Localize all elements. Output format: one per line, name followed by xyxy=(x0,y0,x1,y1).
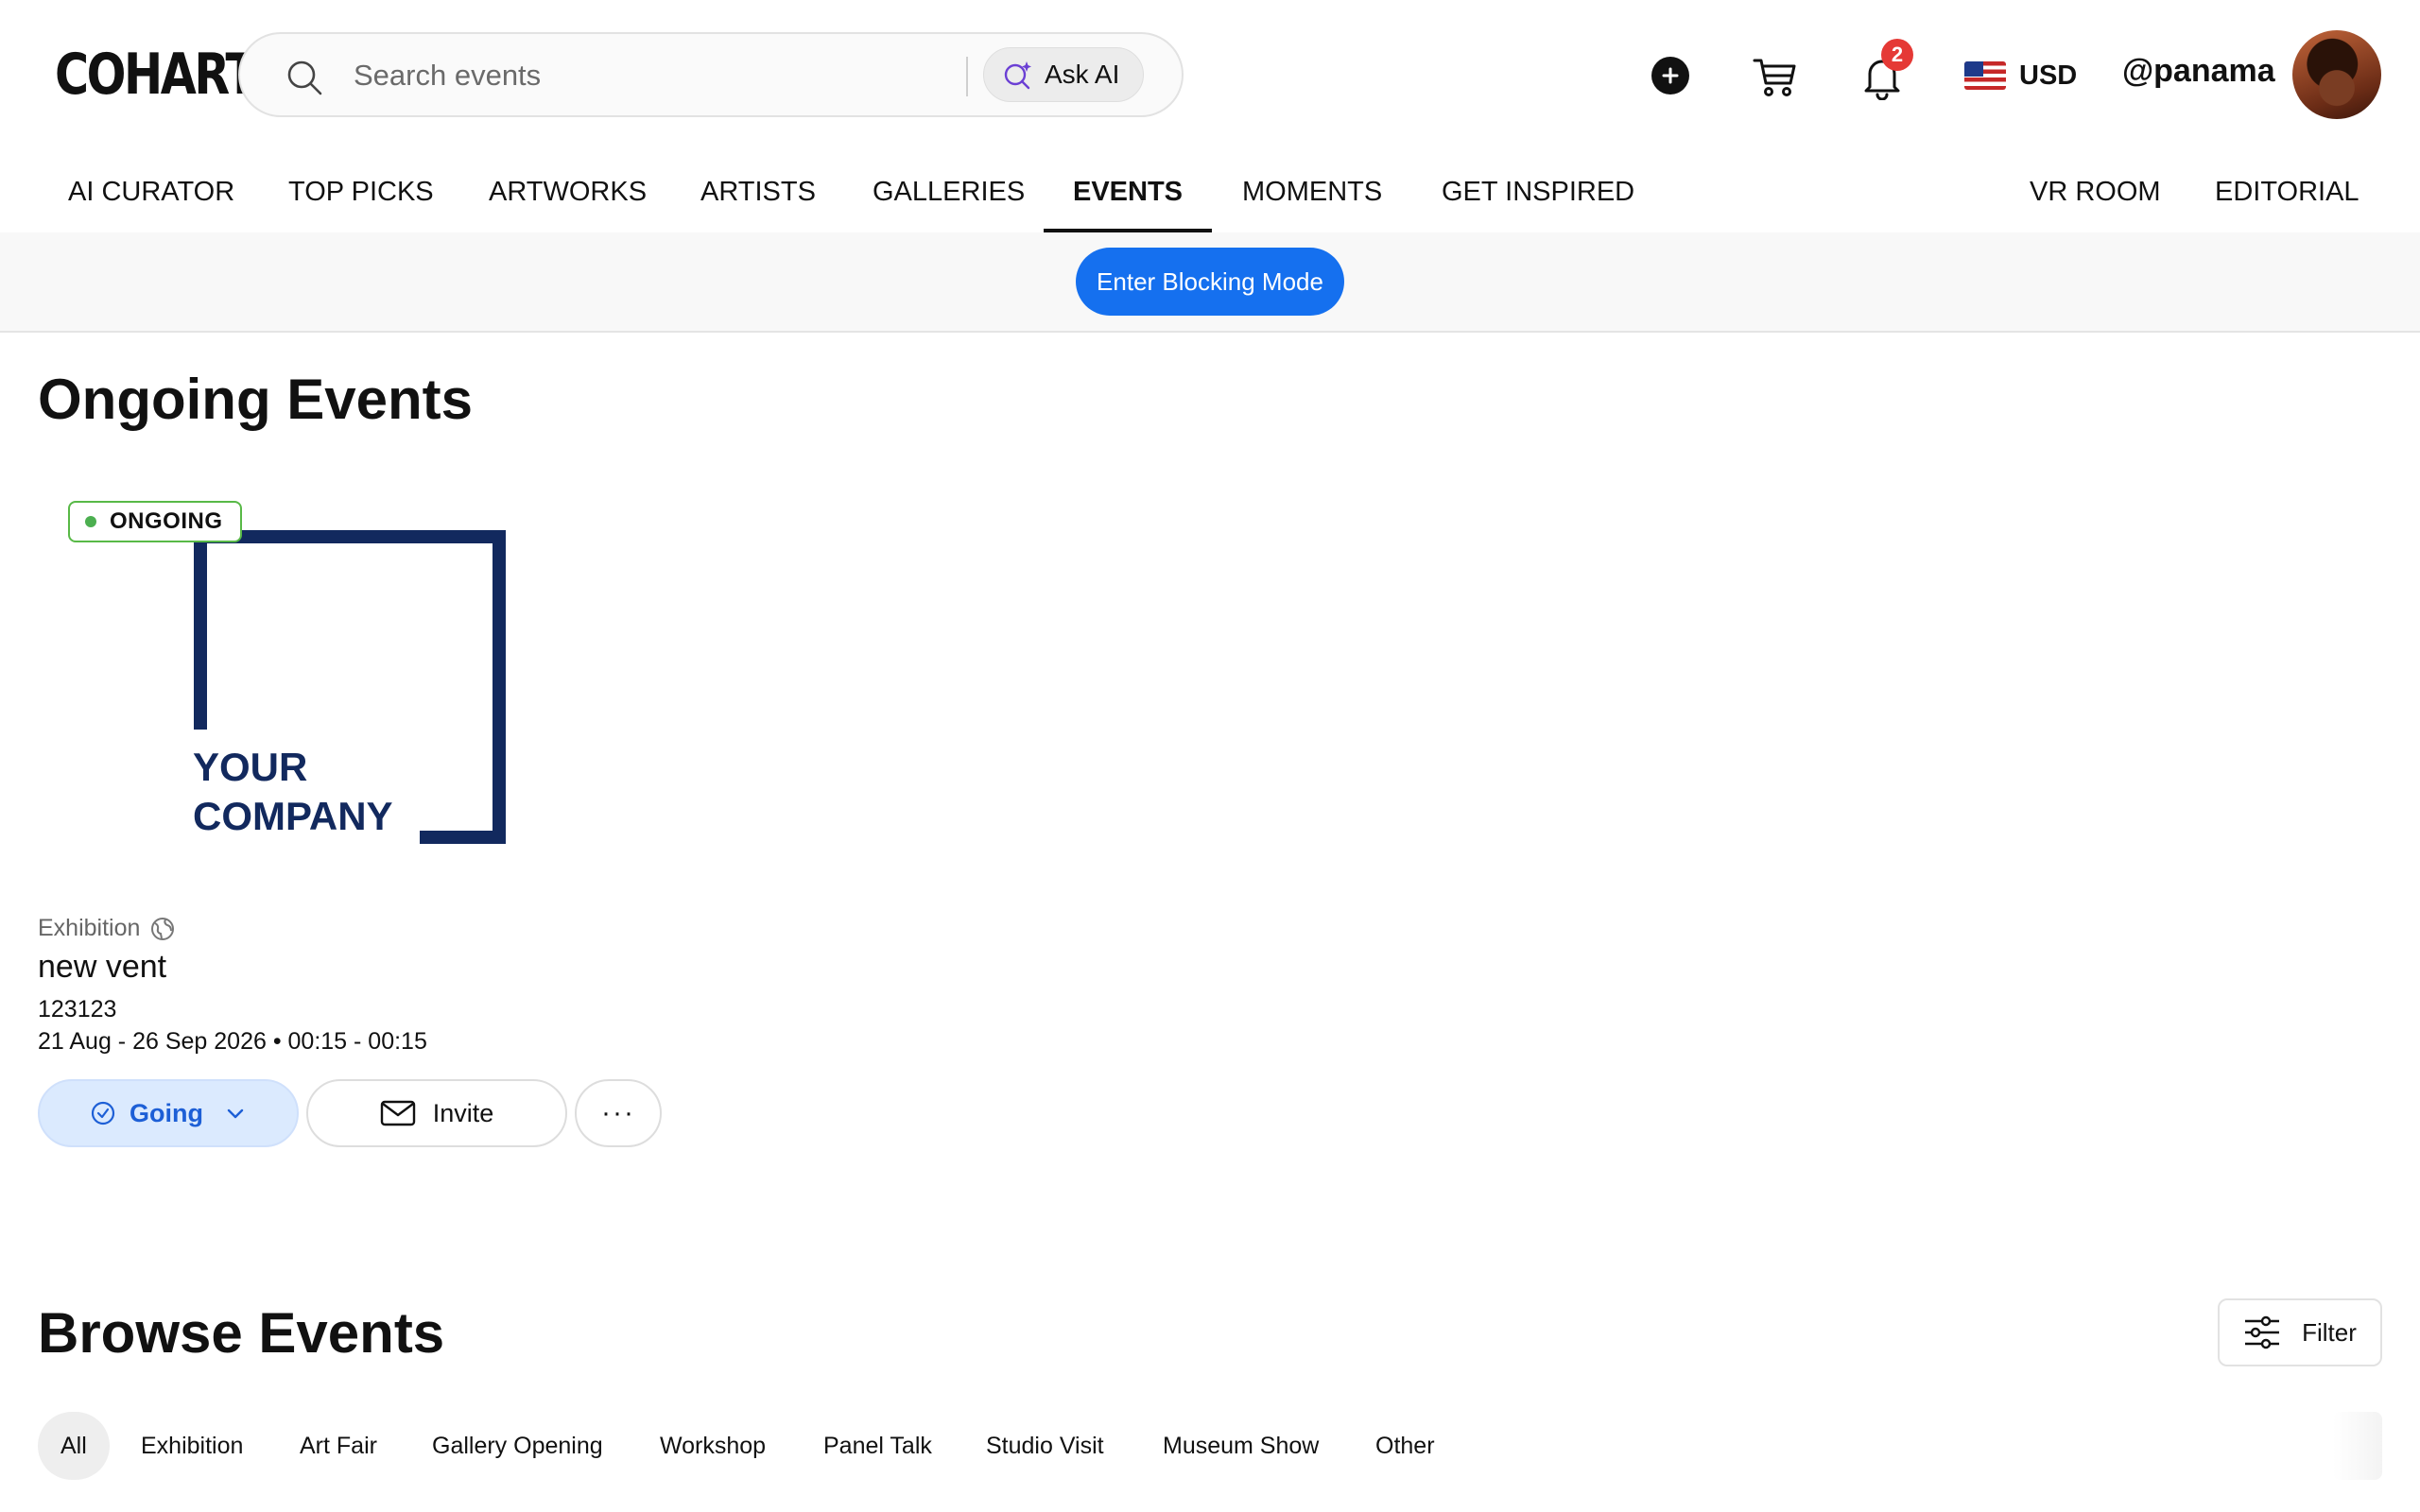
ongoing-events-heading: Ongoing Events xyxy=(38,368,474,431)
search-divider xyxy=(966,57,968,96)
cart-icon[interactable] xyxy=(1752,53,1799,100)
filter-label: Filter xyxy=(2302,1317,2357,1347)
blocking-mode-bar: Enter Blocking Mode xyxy=(0,232,2420,333)
nav-item-top-picks[interactable]: TOP PICKS xyxy=(288,161,434,232)
mail-icon xyxy=(380,1100,415,1126)
chip-other[interactable]: Other xyxy=(1375,1412,1435,1480)
username[interactable]: @panama xyxy=(2122,53,2275,90)
event-title[interactable]: new vent xyxy=(38,949,166,986)
us-flag-icon xyxy=(1964,61,2006,90)
ongoing-status-badge: ONGOING xyxy=(68,501,242,542)
search-icon xyxy=(287,60,322,95)
chips-scroll-fade xyxy=(2333,1412,2382,1480)
nav-item-editorial[interactable]: EDITORIAL xyxy=(2215,161,2360,232)
globe-icon xyxy=(151,917,175,940)
enter-blocking-mode-button[interactable]: Enter Blocking Mode xyxy=(1076,248,1344,316)
plus-icon xyxy=(1662,67,1679,84)
browse-events-heading: Browse Events xyxy=(38,1301,445,1365)
ongoing-label: ONGOING xyxy=(110,508,223,534)
chip-gallery-opening[interactable]: Gallery Opening xyxy=(432,1412,603,1480)
currency-label: USD xyxy=(2019,60,2078,91)
currency-selector[interactable]: USD xyxy=(1964,55,2077,96)
invite-button[interactable]: Invite xyxy=(306,1079,567,1147)
going-dropdown-button[interactable]: Going xyxy=(38,1079,299,1147)
chip-museum-show[interactable]: Museum Show xyxy=(1163,1412,1319,1480)
ask-ai-button[interactable]: Ask AI xyxy=(983,47,1144,102)
nav-item-ai-curator[interactable]: AI CURATOR xyxy=(68,161,234,232)
main-nav: AI CURATOR TOP PICKS ARTWORKS ARTISTS GA… xyxy=(0,161,2420,232)
more-icon: ··· xyxy=(601,1097,635,1128)
event-type: Exhibition xyxy=(38,915,176,942)
nav-item-vr-room[interactable]: VR ROOM xyxy=(2030,161,2161,232)
chip-exhibition[interactable]: Exhibition xyxy=(141,1412,243,1480)
image-text-line1: YOUR xyxy=(193,745,307,789)
nav-item-get-inspired[interactable]: GET INSPIRED xyxy=(1442,161,1634,232)
image-text-line2: COMPANY xyxy=(193,794,393,838)
nav-item-artists[interactable]: ARTISTS xyxy=(700,161,816,232)
event-description: 123123 xyxy=(38,996,117,1022)
top-header: COHART Ask AI 2 xyxy=(0,0,2420,151)
event-type-label: Exhibition xyxy=(38,915,141,941)
chevron-down-icon xyxy=(227,1108,244,1119)
sliders-icon xyxy=(2245,1315,2280,1349)
invite-label: Invite xyxy=(432,1098,494,1127)
event-date: 21 Aug - 26 Sep 2026 • 00:15 - 00:15 xyxy=(38,1028,427,1055)
event-image[interactable]: YOUR COMPANY xyxy=(38,495,529,873)
ongoing-dot-icon xyxy=(85,516,96,527)
chip-workshop[interactable]: Workshop xyxy=(660,1412,766,1480)
chip-art-fair[interactable]: Art Fair xyxy=(300,1412,377,1480)
ask-ai-label: Ask AI xyxy=(1045,60,1120,89)
nav-item-galleries[interactable]: GALLERIES xyxy=(873,161,1025,232)
nav-item-events[interactable]: EVENTS xyxy=(1044,161,1212,232)
nav-item-moments[interactable]: MOMENTS xyxy=(1242,161,1382,232)
check-circle-icon xyxy=(91,1101,115,1125)
cohart-logo[interactable]: COHART xyxy=(55,42,257,108)
filter-button[interactable]: Filter xyxy=(2218,1298,2382,1366)
going-label: Going xyxy=(130,1098,203,1127)
create-button[interactable] xyxy=(1651,57,1689,94)
chip-studio-visit[interactable]: Studio Visit xyxy=(986,1412,1104,1480)
ai-sparkle-search-icon xyxy=(1004,61,1031,90)
event-card[interactable]: YOUR COMPANY ONGOING Exhibition new vent… xyxy=(38,495,662,1157)
more-options-button[interactable]: ··· xyxy=(575,1079,662,1147)
avatar[interactable] xyxy=(2292,30,2381,119)
nav-item-artworks[interactable]: ARTWORKS xyxy=(489,161,647,232)
notification-badge: 2 xyxy=(1881,39,1913,71)
search-bar[interactable]: Ask AI xyxy=(238,32,1184,117)
chip-panel-talk[interactable]: Panel Talk xyxy=(823,1412,932,1480)
chip-all[interactable]: All xyxy=(38,1412,110,1480)
